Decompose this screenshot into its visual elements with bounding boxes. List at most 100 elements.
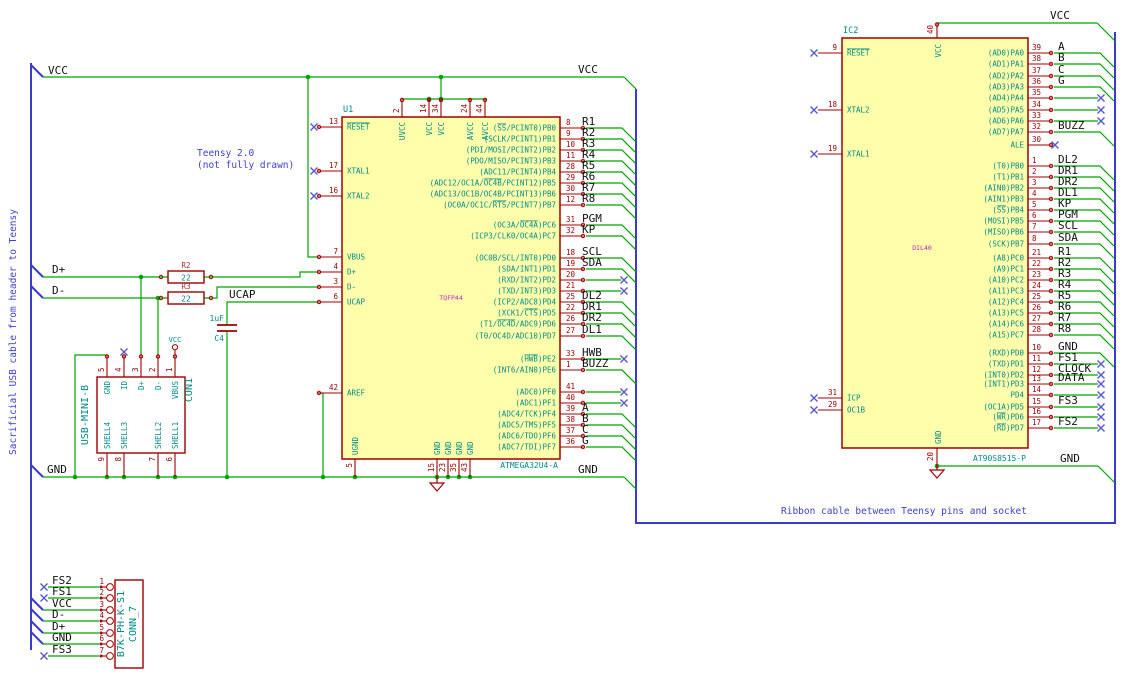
conn1-pin-num: 2 [148, 367, 157, 372]
u1-pin-name: XTAL2 [347, 192, 370, 201]
schematic-canvas: Teensy 2.0(not fully drawn) Ribbon cable … [8, 9, 1116, 669]
u1-pin-name: (RXD/INT2)PD2 [497, 276, 556, 285]
u1-pin-num: 39 [566, 404, 575, 413]
net-label-FS2: FS2 [1058, 415, 1078, 428]
ic2-pin-num: 9 [832, 43, 837, 52]
ic2-pin-num: 18 [828, 100, 838, 109]
usb-cable-line [30, 608, 44, 622]
u1-pin-num: 13 [329, 117, 338, 126]
conn1-ref: CON1 [184, 378, 195, 402]
ic2-pin-num: 32 [1032, 122, 1041, 131]
ic2-pin-num: 5 [1032, 200, 1037, 209]
u1-pin-name: GND [444, 441, 453, 455]
schematic-sheet: Teensy 2.0 (not fully drawn) Ribbon cable … [0, 0, 1131, 690]
wire [586, 446, 637, 462]
u1-pin-name: VCC [437, 122, 446, 136]
ic2-pin-num: 36 [1032, 77, 1042, 86]
u1-pin-num: 34 [431, 103, 440, 113]
u1-pin-name: (ADC7/TDI)PF7 [497, 443, 556, 452]
u1-pin-name: (SDA/INT1)PD1 [497, 265, 556, 274]
ic2-value: AT90S8515-P [973, 454, 1026, 463]
u1-pin-num: 7 [333, 247, 338, 256]
vcc-symbol-label: VCC [169, 336, 182, 344]
u1-pin-name: UGND [351, 436, 360, 455]
conn7-pin-circle [106, 617, 114, 625]
net-label-G: G [1058, 74, 1065, 87]
u1-pin-num: 25 [566, 292, 575, 301]
no-connect-x-icon [620, 287, 628, 295]
no-connect-x-icon [40, 583, 48, 591]
conn7-pin-num: 4 [99, 611, 104, 620]
conn1-pin-num: 4 [114, 367, 123, 372]
ic2-pin-name: (RD)PD7 [992, 424, 1024, 433]
conn1-pin-name: GND [103, 381, 112, 395]
u1-pin-num: 36 [566, 437, 576, 446]
u1-pin-name: VCC [425, 122, 434, 136]
conn7-ref: CONN_7 [128, 606, 139, 642]
ic2-pin-num: 31 [828, 388, 837, 397]
u1-pin-name: GND [455, 441, 464, 455]
ic2-pin-num: 16 [1032, 407, 1042, 416]
wire [204, 286, 318, 299]
u1-pin-num: 27 [566, 326, 575, 335]
usb-cable-note: Sacrificial USB cable from header to Tee… [8, 209, 19, 455]
u1-pin-name: (SCLK/PCINT1)PB1 [484, 135, 556, 144]
ic2-pin-name: OC1B [847, 406, 866, 415]
vcc-symbol-icon [171, 344, 179, 351]
ic2-pin-name: (SCK)PB7 [988, 240, 1024, 249]
ic2-pin-num: 35 [1032, 88, 1041, 97]
u1-pin-num: 32 [566, 226, 575, 235]
u1-pin-name: (TXD/INT3)PD3 [497, 287, 556, 296]
ic2-pin-name: ICP [847, 394, 861, 403]
u1-pin-num: 30 [566, 184, 576, 193]
no-connect-x-icon [1097, 94, 1105, 102]
ic2-pin-num: 6 [1032, 211, 1037, 220]
junction-dot [320, 474, 326, 480]
net-label-BUZZ: BUZZ [582, 357, 609, 370]
u1-pin-num: 12 [566, 195, 575, 204]
ic2-pin-name: (A14)PC6 [988, 320, 1025, 329]
ic2-pin-name: (RXD)PD0 [988, 349, 1025, 358]
u1-pin-name: GND [433, 441, 442, 455]
no-connect-x-icon [1097, 371, 1105, 379]
u1-pin-name: (T1/OC4D/ADC9)PD6 [479, 320, 556, 329]
ic2-pin-name: (AD5)PA5 [988, 106, 1024, 115]
no-connect-x-icon [810, 106, 818, 114]
ic2-pin-num: 19 [828, 144, 837, 153]
u1-pin-name: AVCC [466, 122, 475, 140]
ic2-pin-num: 33 [1032, 111, 1041, 120]
u1-pin-num: 5 [345, 463, 354, 468]
no-connect-x-icon [810, 150, 818, 158]
ic2-pin-name: (A11)PC3 [988, 287, 1024, 296]
wire [586, 369, 637, 385]
ground-symbol-icon [928, 469, 946, 479]
ic2-pin-num: 38 [1032, 54, 1042, 63]
ic2-ref: IC2 [843, 26, 858, 36]
ic2-pin-name: (A8)PC0 [992, 254, 1024, 263]
vcc-u1-label: VCC [578, 63, 598, 76]
u1-pin-name: AREF [347, 389, 366, 398]
conn1-pin-name: VBUS [171, 381, 180, 400]
u1-pin-num: 1 [566, 360, 571, 369]
u1-pin-name: D- [347, 283, 356, 292]
conn1-pin-name: SHELL3 [120, 422, 129, 449]
u1-pin-name: D+ [347, 268, 357, 277]
ic2-pin-num: 10 [1032, 343, 1042, 352]
u1-pin-num: 3 [333, 277, 338, 286]
ic2-pin-num: 7 [1032, 222, 1037, 231]
u1-pin-num: 33 [566, 349, 575, 358]
ribbon-note: Ribbon cable between Teensy pins and soc… [781, 506, 1027, 517]
vcc-left-label: VCC [48, 64, 68, 77]
ic2-pin-num: 8 [1032, 234, 1037, 243]
conn7-pin-num: 7 [99, 646, 104, 655]
ic2-pin-name: (MOSI)PB5 [983, 217, 1024, 226]
teensy-note: Teensy 2.0 [197, 148, 254, 159]
net-label-DL1: DL1 [582, 323, 602, 336]
ic2-footprint: DIL40 [912, 244, 932, 252]
u1-pin-num: 11 [566, 151, 575, 160]
u1-pin-num: 21 [566, 281, 575, 290]
u1-pin-name: VBUS [347, 253, 366, 262]
ic2-pin-name: (AIN0)PB2 [983, 184, 1024, 193]
u1-pin-num: 10 [566, 140, 576, 149]
u1-pin-name: (ADC5/TMS)PF5 [497, 421, 556, 430]
